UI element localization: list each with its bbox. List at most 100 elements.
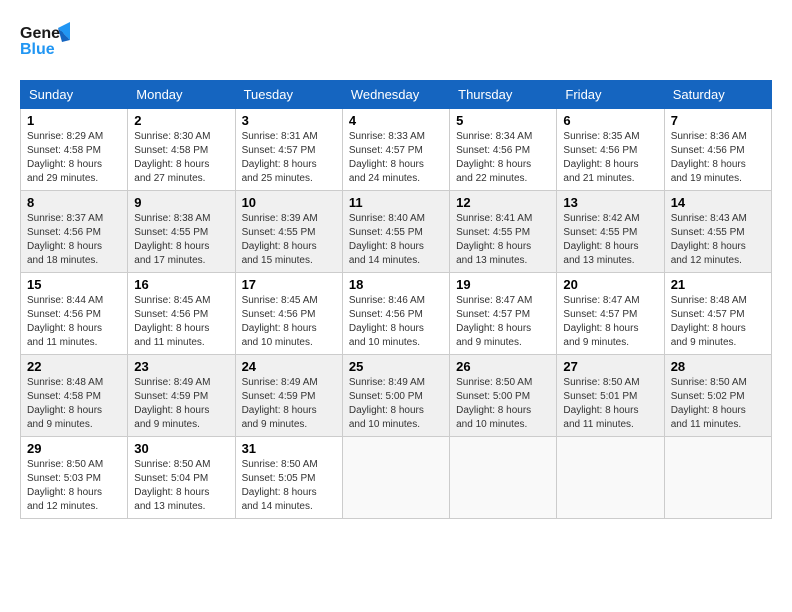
day-number: 16	[134, 277, 228, 292]
day-number: 30	[134, 441, 228, 456]
day-number: 21	[671, 277, 765, 292]
day-info: Sunrise: 8:45 AMSunset: 4:56 PMDaylight:…	[242, 294, 336, 350]
day-info: Sunrise: 8:49 AMSunset: 4:59 PMDaylight:…	[242, 376, 336, 432]
calendar-table: SundayMondayTuesdayWednesdayThursdayFrid…	[20, 80, 772, 519]
day-number: 31	[242, 441, 336, 456]
day-number: 13	[563, 195, 657, 210]
calendar-cell: 9 Sunrise: 8:38 AMSunset: 4:55 PMDaylight…	[128, 191, 235, 273]
day-info: Sunrise: 8:40 AMSunset: 4:55 PMDaylight:…	[349, 212, 443, 268]
day-number: 15	[27, 277, 121, 292]
header-wednesday: Wednesday	[342, 81, 449, 109]
day-info: Sunrise: 8:49 AMSunset: 5:00 PMDaylight:…	[349, 376, 443, 432]
calendar-cell: 23Sunrise: 8:49 AMSunset: 4:59 PMDayligh…	[128, 355, 235, 437]
calendar-cell: 28 Sunrise: 8:50 AMSunset: 5:02 PMDayligh…	[664, 355, 771, 437]
calendar-cell: 17Sunrise: 8:45 AMSunset: 4:56 PMDayligh…	[235, 273, 342, 355]
calendar-cell: 18Sunrise: 8:46 AMSunset: 4:56 PMDayligh…	[342, 273, 449, 355]
day-number: 6	[563, 113, 657, 128]
calendar-cell: 16 Sunrise: 8:45 AMSunset: 4:56 PMDayligh…	[128, 273, 235, 355]
calendar-cell	[664, 437, 771, 519]
day-info: Sunrise: 8:35 AMSunset: 4:56 PMDaylight:…	[563, 130, 657, 186]
day-number: 23	[134, 359, 228, 374]
day-info: Sunrise: 8:45 AMSunset: 4:56 PMDaylight:…	[134, 294, 228, 350]
day-number: 26	[456, 359, 550, 374]
day-info: Sunrise: 8:34 AMSunset: 4:56 PMDaylight:…	[456, 130, 550, 186]
calendar-cell: 10 Sunrise: 8:39 AMSunset: 4:55 PMDayligh…	[235, 191, 342, 273]
day-number: 9	[134, 195, 228, 210]
day-number: 7	[671, 113, 765, 128]
day-info: Sunrise: 8:39 AMSunset: 4:55 PMDaylight:…	[242, 212, 336, 268]
header-friday: Friday	[557, 81, 664, 109]
calendar-cell: 8 Sunrise: 8:37 AMSunset: 4:56 PMDaylight…	[21, 191, 128, 273]
logo-icon: General Blue	[20, 20, 70, 65]
day-info: Sunrise: 8:42 AMSunset: 4:55 PMDaylight:…	[563, 212, 657, 268]
day-number: 29	[27, 441, 121, 456]
day-info: Sunrise: 8:38 AMSunset: 4:55 PMDaylight:…	[134, 212, 228, 268]
day-info: Sunrise: 8:41 AMSunset: 4:55 PMDaylight:…	[456, 212, 550, 268]
calendar-cell: 13 Sunrise: 8:42 AMSunset: 4:55 PMDayligh…	[557, 191, 664, 273]
day-number: 3	[242, 113, 336, 128]
calendar-cell: 31 Sunrise: 8:50 AMSunset: 5:05 PMDayligh…	[235, 437, 342, 519]
calendar-cell: 11 Sunrise: 8:40 AMSunset: 4:55 PMDayligh…	[342, 191, 449, 273]
calendar-cell: 25Sunrise: 8:49 AMSunset: 5:00 PMDayligh…	[342, 355, 449, 437]
calendar-cell: 26 Sunrise: 8:50 AMSunset: 5:00 PMDayligh…	[450, 355, 557, 437]
calendar-cell: 19Sunrise: 8:47 AMSunset: 4:57 PMDayligh…	[450, 273, 557, 355]
day-info: Sunrise: 8:36 AMSunset: 4:56 PMDaylight:…	[671, 130, 765, 186]
day-number: 24	[242, 359, 336, 374]
day-number: 19	[456, 277, 550, 292]
calendar-cell: 15 Sunrise: 8:44 AMSunset: 4:56 PMDayligh…	[21, 273, 128, 355]
day-info: Sunrise: 8:31 AMSunset: 4:57 PMDaylight:…	[242, 130, 336, 186]
day-number: 5	[456, 113, 550, 128]
calendar-cell: 21 Sunrise: 8:48 AMSunset: 4:57 PMDayligh…	[664, 273, 771, 355]
day-info: Sunrise: 8:46 AMSunset: 4:56 PMDaylight:…	[349, 294, 443, 350]
calendar-cell: 6 Sunrise: 8:35 AMSunset: 4:56 PMDaylight…	[557, 109, 664, 191]
calendar-cell: 27Sunrise: 8:50 AMSunset: 5:01 PMDayligh…	[557, 355, 664, 437]
header-sunday: Sunday	[21, 81, 128, 109]
calendar-cell: 1Sunrise: 8:29 AMSunset: 4:58 PMDaylight…	[21, 109, 128, 191]
day-info: Sunrise: 8:33 AMSunset: 4:57 PMDaylight:…	[349, 130, 443, 186]
page-header: General Blue	[20, 20, 772, 70]
day-number: 28	[671, 359, 765, 374]
calendar-week-4: 22 Sunrise: 8:48 AMSunset: 4:58 PMDayligh…	[21, 355, 772, 437]
calendar-cell	[557, 437, 664, 519]
day-number: 2	[134, 113, 228, 128]
calendar-cell: 20Sunrise: 8:47 AMSunset: 4:57 PMDayligh…	[557, 273, 664, 355]
header-thursday: Thursday	[450, 81, 557, 109]
calendar-cell: 4 Sunrise: 8:33 AMSunset: 4:57 PMDaylight…	[342, 109, 449, 191]
calendar-cell	[342, 437, 449, 519]
day-info: Sunrise: 8:48 AMSunset: 4:57 PMDaylight:…	[671, 294, 765, 350]
day-number: 1	[27, 113, 121, 128]
logo: General Blue	[20, 20, 70, 70]
header-saturday: Saturday	[664, 81, 771, 109]
calendar-cell: 7 Sunrise: 8:36 AMSunset: 4:56 PMDaylight…	[664, 109, 771, 191]
day-number: 10	[242, 195, 336, 210]
day-info: Sunrise: 8:48 AMSunset: 4:58 PMDaylight:…	[27, 376, 121, 432]
calendar-cell: 5 Sunrise: 8:34 AMSunset: 4:56 PMDaylight…	[450, 109, 557, 191]
day-info: Sunrise: 8:50 AMSunset: 5:00 PMDaylight:…	[456, 376, 550, 432]
day-number: 12	[456, 195, 550, 210]
day-info: Sunrise: 8:50 AMSunset: 5:02 PMDaylight:…	[671, 376, 765, 432]
day-info: Sunrise: 8:44 AMSunset: 4:56 PMDaylight:…	[27, 294, 121, 350]
calendar-cell: 29 Sunrise: 8:50 AMSunset: 5:03 PMDayligh…	[21, 437, 128, 519]
calendar-week-1: 1Sunrise: 8:29 AMSunset: 4:58 PMDaylight…	[21, 109, 772, 191]
day-number: 4	[349, 113, 443, 128]
day-number: 8	[27, 195, 121, 210]
day-info: Sunrise: 8:37 AMSunset: 4:56 PMDaylight:…	[27, 212, 121, 268]
day-info: Sunrise: 8:43 AMSunset: 4:55 PMDaylight:…	[671, 212, 765, 268]
calendar-cell: 2Sunrise: 8:30 AMSunset: 4:58 PMDaylight…	[128, 109, 235, 191]
calendar-header-row: SundayMondayTuesdayWednesdayThursdayFrid…	[21, 81, 772, 109]
day-number: 14	[671, 195, 765, 210]
day-number: 22	[27, 359, 121, 374]
header-tuesday: Tuesday	[235, 81, 342, 109]
calendar-week-3: 15 Sunrise: 8:44 AMSunset: 4:56 PMDayligh…	[21, 273, 772, 355]
calendar-cell	[450, 437, 557, 519]
day-number: 11	[349, 195, 443, 210]
svg-text:Blue: Blue	[20, 41, 55, 58]
day-number: 20	[563, 277, 657, 292]
calendar-cell: 12 Sunrise: 8:41 AMSunset: 4:55 PMDayligh…	[450, 191, 557, 273]
day-info: Sunrise: 8:50 AMSunset: 5:03 PMDaylight:…	[27, 458, 121, 514]
day-number: 27	[563, 359, 657, 374]
day-info: Sunrise: 8:50 AMSunset: 5:05 PMDaylight:…	[242, 458, 336, 514]
calendar-cell: 14 Sunrise: 8:43 AMSunset: 4:55 PMDayligh…	[664, 191, 771, 273]
header-monday: Monday	[128, 81, 235, 109]
calendar-cell: 24 Sunrise: 8:49 AMSunset: 4:59 PMDayligh…	[235, 355, 342, 437]
